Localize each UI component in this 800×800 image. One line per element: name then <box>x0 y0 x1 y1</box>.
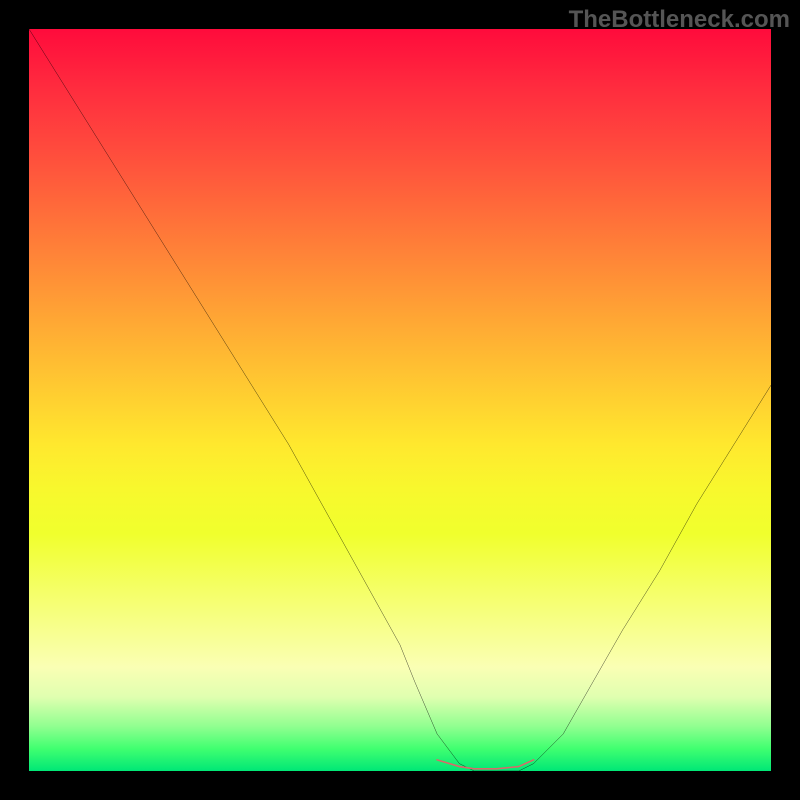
watermark-text: TheBottleneck.com <box>569 6 790 34</box>
optimal-flat-zone-path <box>437 760 533 769</box>
plot-area <box>29 29 771 771</box>
chart-svg <box>29 29 771 771</box>
bottleneck-curve-path <box>29 29 771 771</box>
